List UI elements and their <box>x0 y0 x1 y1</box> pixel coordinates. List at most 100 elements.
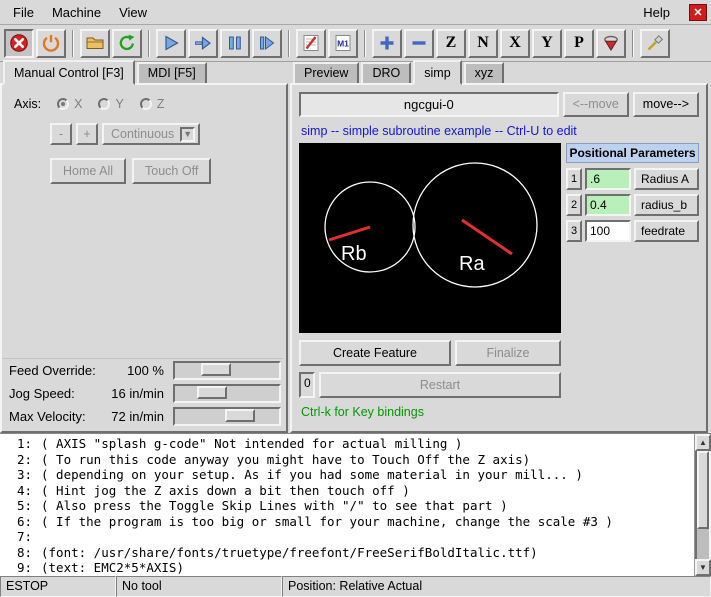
reload-button[interactable] <box>112 29 142 58</box>
line-number: 5: <box>0 498 32 514</box>
scroll-up-icon[interactable]: ▲ <box>695 434 711 451</box>
finalize-button[interactable]: Finalize <box>455 340 561 366</box>
line-text: (text: EMC2*5*AXIS) <box>41 560 184 575</box>
line-number: 8: <box>0 545 32 561</box>
zoom-in-button[interactable] <box>372 29 402 58</box>
tab-simp[interactable]: simp <box>413 60 461 85</box>
touch-off-button[interactable]: Touch Off <box>132 158 211 184</box>
jog-mode-select[interactable]: Continuous ▼ <box>102 123 200 145</box>
stop-icon <box>257 33 277 53</box>
rotate-view-button[interactable] <box>596 29 626 58</box>
jog-speed-slider[interactable] <box>173 384 281 403</box>
max-velocity-label: Max Velocity: <box>9 409 86 424</box>
subroutine-description: simp -- simple subroutine example -- Ctr… <box>301 124 699 138</box>
tab-preview[interactable]: Preview <box>293 62 359 85</box>
radio-icon <box>98 98 110 110</box>
step-icon <box>193 33 213 53</box>
param-value-input[interactable]: 100 <box>585 220 631 242</box>
slider-thumb[interactable] <box>201 363 231 376</box>
optional-stop-label: M1 <box>337 39 349 49</box>
menu-item-help[interactable]: Help <box>634 2 679 23</box>
run-button[interactable] <box>156 29 186 58</box>
gcode-line[interactable]: 2:( To run this code anyway you might ha… <box>0 452 694 468</box>
view-y-button[interactable]: Y <box>532 29 562 58</box>
status-position: Position: Relative Actual <box>282 576 711 597</box>
toolbar-separator <box>288 30 290 57</box>
stop-button[interactable] <box>252 29 282 58</box>
view-z-icon: Z <box>446 35 457 51</box>
create-feature-button[interactable]: Create Feature <box>299 340 451 366</box>
open-file-icon <box>85 33 105 53</box>
restart-row: 0 Restart <box>299 372 561 398</box>
restart-button[interactable]: Restart <box>319 372 561 398</box>
slider-thumb[interactable] <box>225 409 255 422</box>
param-name-label: Radius A <box>634 168 699 190</box>
jog-plus-button[interactable]: + <box>76 123 98 145</box>
gcode-line[interactable]: 6:( If the program is too big or small f… <box>0 514 694 530</box>
home-all-button[interactable]: Home All <box>50 158 126 184</box>
slider-thumb[interactable] <box>197 386 227 399</box>
slider-group: Feed Override: 100 % Jog Speed: 16 in/mi… <box>2 358 283 428</box>
scrollbar-trough[interactable] <box>695 451 711 559</box>
menu-item-view[interactable]: View <box>110 2 156 23</box>
preview-canvas[interactable]: Rb Ra <box>299 143 561 333</box>
run-icon <box>161 33 181 53</box>
view-x-icon: X <box>509 35 521 51</box>
clear-plot-button[interactable] <box>640 29 670 58</box>
zoom-out-button[interactable] <box>404 29 434 58</box>
scroll-down-icon[interactable]: ▼ <box>695 559 711 576</box>
gcode-line[interactable]: 7: <box>0 529 694 545</box>
vertical-scrollbar[interactable]: ▲ ▼ <box>694 434 711 576</box>
menu-item-file[interactable]: File <box>4 2 43 23</box>
move-left-button[interactable]: <--move <box>563 92 629 117</box>
axis-z-label: Z <box>157 97 165 111</box>
axis-row: Axis: X Y Z <box>14 97 286 111</box>
close-button[interactable]: ✕ <box>689 4 707 21</box>
view-y-icon: Y <box>541 35 553 51</box>
view-x-button[interactable]: X <box>500 29 530 58</box>
optional-stop-button[interactable]: M1 <box>328 29 358 58</box>
tab-xyz[interactable]: xyz <box>464 62 505 85</box>
axis-radio-x[interactable]: X <box>57 97 82 111</box>
estop-button[interactable] <box>4 29 34 58</box>
gcode-line[interactable]: 4:( Hint jog the Z axis down a bit then … <box>0 483 694 499</box>
tab-manual-control[interactable]: Manual Control [F3] <box>3 60 135 85</box>
axis-radio-y[interactable]: Y <box>98 97 123 111</box>
axis-radio-z[interactable]: Z <box>140 97 165 111</box>
param-value-input[interactable]: .6 <box>585 168 631 190</box>
machine-power-button[interactable] <box>36 29 66 58</box>
gcode-line[interactable]: 3:( depending on your setup. As if you h… <box>0 467 694 483</box>
toggle-skip-lines-button[interactable] <box>296 29 326 58</box>
run-step-button[interactable] <box>188 29 218 58</box>
line-text: (font: /usr/share/fonts/truetype/freefon… <box>41 545 538 560</box>
pause-button[interactable] <box>220 29 250 58</box>
gcode-line[interactable]: 5: ( Also press the Toggle Skip Lines wit… <box>0 498 694 514</box>
view-perspective-button[interactable]: P <box>564 29 594 58</box>
param-value-input[interactable]: 0.4 <box>585 194 631 216</box>
jog-speed-row: Jog Speed: 16 in/min <box>2 382 283 405</box>
move-right-button[interactable]: move--> <box>633 92 699 117</box>
feed-override-slider[interactable] <box>173 361 281 380</box>
gcode-line[interactable]: 1:( AXIS "splash g-code" Not intended fo… <box>0 436 694 452</box>
gcode-line[interactable]: 8: (font: /usr/share/fonts/truetype/freef… <box>0 545 694 561</box>
parameters-header: Positional Parameters <box>566 143 699 163</box>
view-z-button[interactable]: Z <box>436 29 466 58</box>
ngcgui-name-field[interactable]: ngcgui-0 <box>299 92 559 117</box>
param-index: 3 <box>566 220 582 242</box>
tab-mdi[interactable]: MDI [F5] <box>137 62 207 85</box>
gcode-lines[interactable]: 1:( AXIS "splash g-code" Not intended fo… <box>0 434 694 576</box>
view-z-rotated-button[interactable]: N <box>468 29 498 58</box>
max-velocity-row: Max Velocity: 72 in/min <box>2 405 283 428</box>
jog-mode-value: Continuous <box>111 127 174 141</box>
left-notebook-tabs: Manual Control [F3] MDI [F5] <box>0 62 288 85</box>
tab-dro[interactable]: DRO <box>361 62 411 85</box>
gcode-line[interactable]: 9:(text: EMC2*5*AXIS) <box>0 560 694 576</box>
home-row: Home All Touch Off <box>50 158 286 184</box>
scrollbar-thumb[interactable] <box>697 451 709 529</box>
menu-item-machine[interactable]: Machine <box>43 2 110 23</box>
max-velocity-slider[interactable] <box>173 407 281 426</box>
jog-minus-button[interactable]: - <box>50 123 72 145</box>
open-file-button[interactable] <box>80 29 110 58</box>
ngcgui-entry-row: ngcgui-0 <--move move--> <box>299 92 699 117</box>
line-text: ( Also press the Toggle Skip Lines with … <box>41 498 508 513</box>
